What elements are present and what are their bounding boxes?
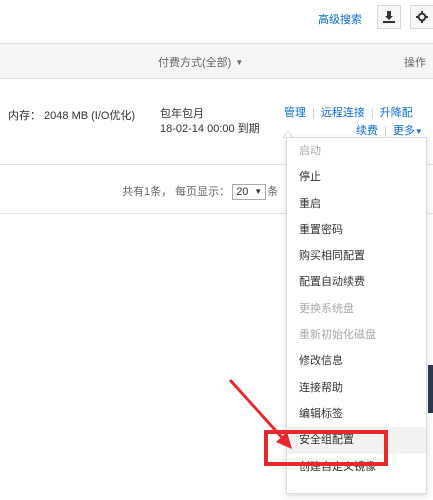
row-actions-secondary: 续费 | 更多▼ <box>356 122 423 138</box>
chevron-down-icon: ▼ <box>414 127 423 136</box>
manage-link[interactable]: 管理 <box>284 107 306 119</box>
page-size-select[interactable]: 20 ▼ <box>232 184 267 201</box>
pagination-summary: 共有1条， 每页显示： <box>122 186 231 198</box>
chevron-down-icon: ▼ <box>235 58 244 67</box>
menu-item[interactable]: 连接帮助 <box>287 375 426 401</box>
highlight-box <box>264 430 388 466</box>
settings-button[interactable] <box>410 5 433 29</box>
divider: | <box>312 107 315 119</box>
upgrade-link[interactable]: 升降配 <box>380 107 413 119</box>
divider: | <box>370 107 374 119</box>
menu-item[interactable]: 重置密码 <box>287 217 426 243</box>
menu-item: 更换系统盘 <box>299 302 354 315</box>
divider: | <box>384 125 387 137</box>
menu-item[interactable]: 编辑标签 <box>287 401 426 427</box>
side-float-tab[interactable] <box>428 365 433 413</box>
menu-item: 启动 <box>299 145 321 157</box>
billing-type: 包年包月 <box>160 108 204 120</box>
operations-column-header: 操作 <box>404 57 426 69</box>
renew-link[interactable]: 续费 <box>356 125 378 137</box>
top-bar: 高级搜索 <box>0 0 433 42</box>
menu-item[interactable]: 停止 <box>287 164 426 190</box>
menu-item[interactable]: 修改信息 <box>287 348 426 374</box>
row-actions: 管理 | 远程连接 | 升降配 <box>284 106 413 121</box>
pagination: 共有1条， 每页显示： 20 ▼ 条 <box>122 183 279 201</box>
table-header: 付费方式(全部) ▼ 操作 <box>0 43 433 79</box>
menu-item[interactable]: 重启 <box>287 191 426 217</box>
more-dropdown[interactable]: 更多 <box>393 125 415 137</box>
download-button[interactable] <box>377 5 401 29</box>
menu-item[interactable]: 购买相同配置 <box>287 243 426 269</box>
menu-item[interactable]: 配置自动续费 <box>287 269 426 295</box>
expiry-date: 18-02-14 00:00 到期 <box>160 123 260 135</box>
pagination-suffix: 条 <box>267 186 279 198</box>
payment-method-filter[interactable]: 付费方式(全部) ▼ <box>158 54 243 70</box>
remote-connect-link[interactable]: 远程连接 <box>321 107 365 119</box>
billing-info: 包年包月 18-02-14 00:00 到期 <box>160 107 260 137</box>
menu-item: 重新初始化磁盘 <box>299 329 376 342</box>
memory-spec: 内存： 2048 MB (I/O优化) <box>8 110 136 122</box>
chevron-down-icon: ▼ <box>254 187 263 197</box>
advanced-search-link[interactable]: 高级搜索 <box>318 11 362 27</box>
